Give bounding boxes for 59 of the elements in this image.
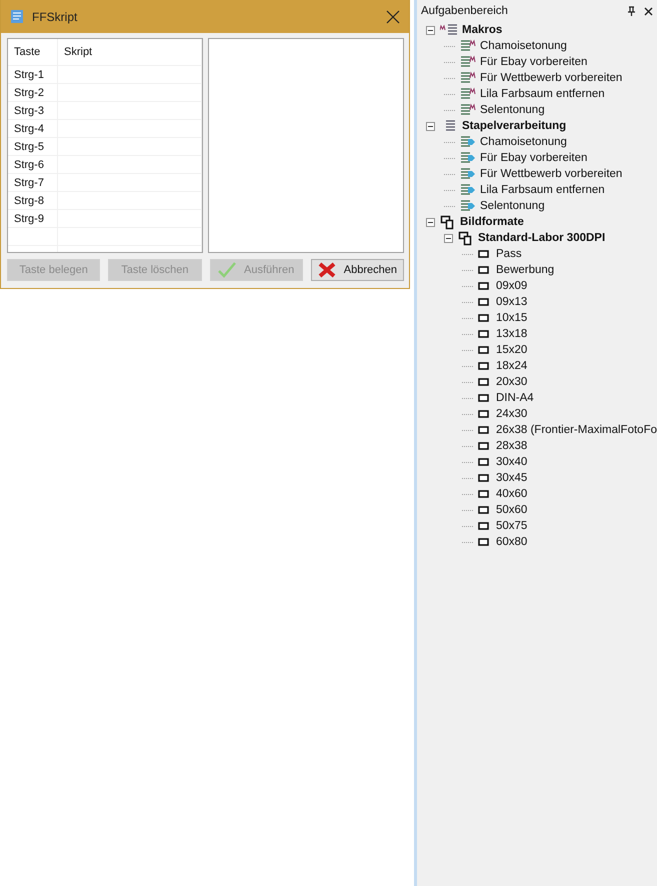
close-button[interactable] (385, 8, 401, 24)
tree-item[interactable]: 24x30 (496, 408, 528, 420)
tree-item[interactable]: Für Wettbewerb vorbereiten (480, 168, 622, 180)
table-cell: Strg-1 (8, 66, 58, 83)
collapse-icon[interactable] (426, 122, 435, 130)
tree-item[interactable]: Chamoisetonung (480, 40, 567, 52)
column-header[interactable]: Taste (8, 39, 58, 65)
tree-item[interactable]: 15x20 (496, 344, 528, 356)
table-cell: Strg-5 (8, 138, 58, 155)
tree-item[interactable]: 40x60 (496, 488, 528, 500)
tree-item[interactable]: 50x75 (496, 520, 528, 532)
panel-title: Aufgabenbereich (421, 5, 509, 17)
table-cell: Strg-2 (8, 84, 58, 101)
table-cell: Strg-3 (8, 102, 58, 119)
tree-item[interactable]: Lila Farbsaum entfernen (480, 184, 605, 196)
tree-item[interactable]: 10x15 (496, 312, 528, 324)
tree-item[interactable]: Bildformate (460, 216, 524, 228)
close-icon[interactable] (644, 6, 653, 16)
tree-item[interactable]: Chamoisetonung (480, 136, 567, 148)
collapse-icon[interactable] (444, 234, 453, 242)
tree-item[interactable]: Selentonung (480, 200, 545, 212)
tree-item[interactable]: 30x40 (496, 456, 528, 468)
pin-icon[interactable] (627, 6, 636, 16)
collapse-icon[interactable] (426, 26, 435, 34)
tree-item[interactable]: 28x38 (496, 440, 528, 452)
tree-item[interactable]: Stapelverarbeitung (462, 120, 566, 132)
tree-item[interactable]: 09x09 (496, 280, 528, 292)
table-cell: Strg-4 (8, 120, 58, 137)
close-icon (318, 262, 336, 278)
tree-item[interactable]: Für Ebay vorbereiten (480, 56, 588, 68)
table-cell: Strg-8 (8, 192, 58, 209)
tree-item[interactable]: Für Wettbewerb vorbereiten (480, 72, 622, 84)
check-icon (218, 262, 236, 278)
tree-item[interactable]: Für Ebay vorbereiten (480, 152, 588, 164)
collapse-icon[interactable] (426, 218, 435, 226)
tree-item[interactable]: 13x18 (496, 328, 528, 340)
table-cell: Strg-7 (8, 174, 58, 191)
tree-item[interactable]: 18x24 (496, 360, 528, 372)
table-cell: Strg-6 (8, 156, 58, 173)
table-cell: Strg-9 (8, 210, 58, 227)
tree-item[interactable]: 09x13 (496, 296, 528, 308)
tree-item[interactable]: Lila Farbsaum entfernen (480, 88, 605, 100)
frames-icon (458, 230, 474, 246)
tree-item[interactable]: Bewerbung (496, 264, 554, 276)
tree-item[interactable]: DIN-A4 (496, 392, 534, 404)
tree-item[interactable]: 30x45 (496, 472, 528, 484)
window-title: FFSkript (32, 10, 78, 24)
tree-item[interactable]: Standard-Labor 300DPI (478, 232, 606, 244)
tree-item[interactable]: Makros (462, 24, 502, 36)
tree-item[interactable]: Selentonung (480, 104, 545, 116)
tree-item[interactable]: Pass (496, 248, 522, 260)
tree-item[interactable]: 20x30 (496, 376, 528, 388)
frames-icon (440, 214, 456, 230)
tree-item[interactable]: 50x60 (496, 504, 528, 516)
script-icon (9, 8, 25, 24)
dialog-button[interactable]: Abbrechen (310, 259, 404, 281)
tree-item[interactable]: 26x38 (Frontier-MaximalFotoFo (496, 424, 657, 436)
tree-item[interactable]: 60x80 (496, 536, 528, 548)
column-header[interactable]: Skript (58, 39, 202, 65)
